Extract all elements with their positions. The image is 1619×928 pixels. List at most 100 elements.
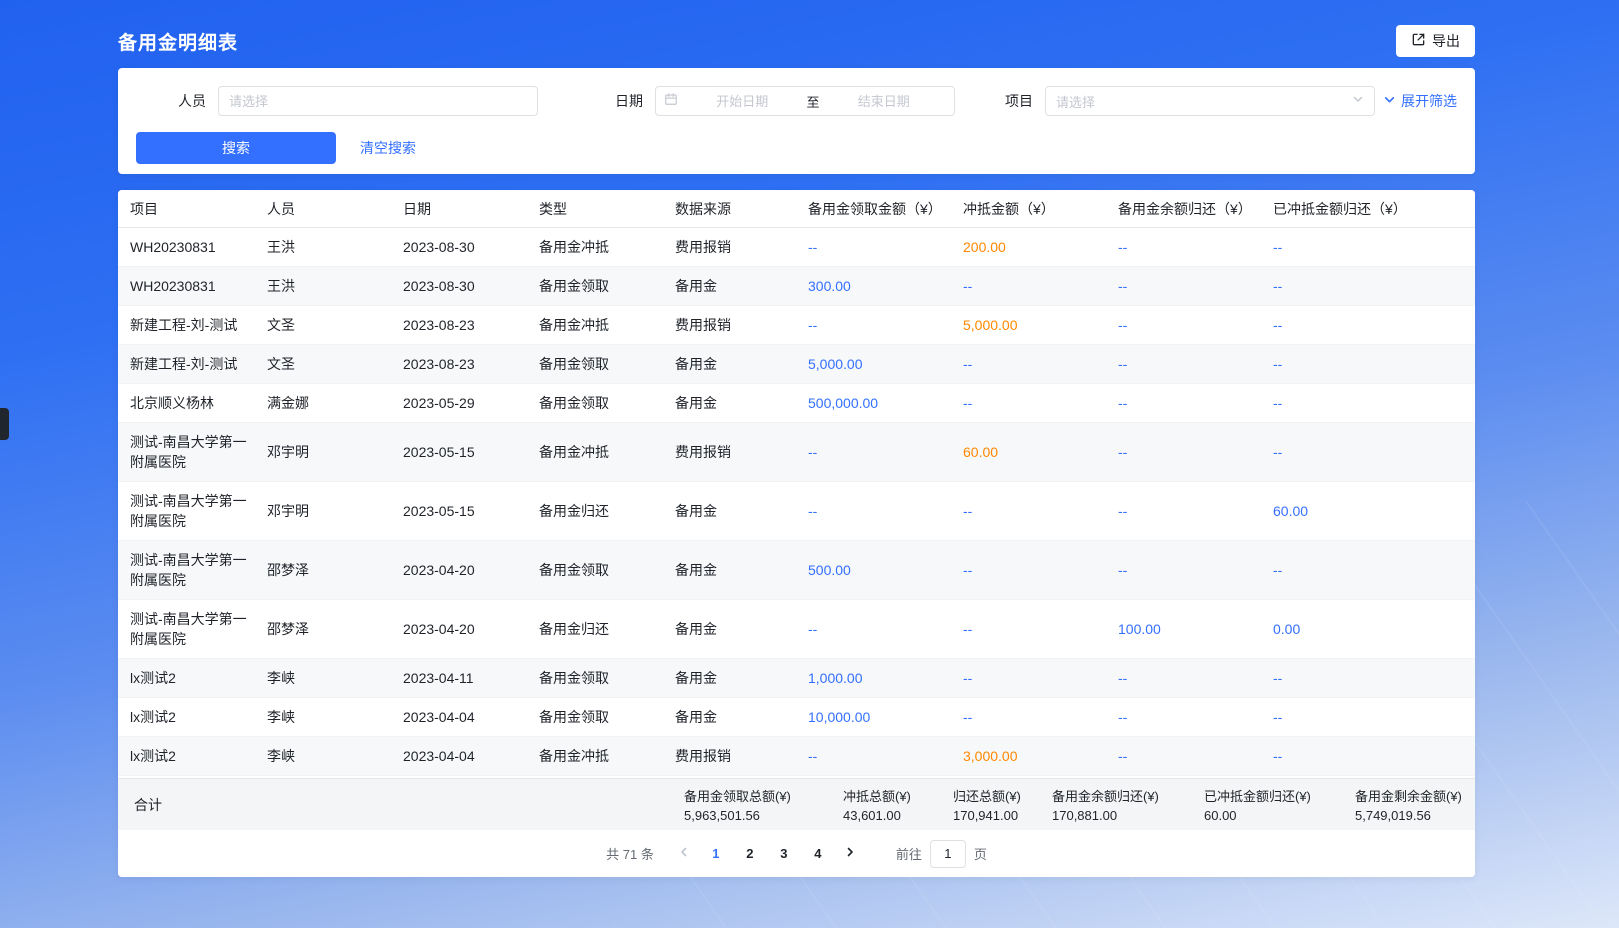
table-row[interactable]: lx测试2李峡2023-04-04备用金领取备用金10,000.00------ — [118, 698, 1475, 737]
table-row[interactable]: 测试-南昌大学第一附属医院邓宇明2023-05-15备用金冲抵费用报销--60.… — [118, 423, 1475, 482]
table-row[interactable]: 新建工程-刘-测试文圣2023-08-23备用金冲抵费用报销--5,000.00… — [118, 306, 1475, 345]
goto-label: 前往 — [896, 844, 922, 863]
chevron-right-icon — [844, 846, 856, 861]
goto-page-input[interactable] — [930, 840, 966, 868]
cell-date: 2023-04-20 — [391, 551, 527, 589]
export-button[interactable]: 导出 — [1396, 25, 1475, 57]
cell-type: 备用金领取 — [527, 384, 663, 422]
cell-source: 备用金 — [663, 659, 796, 697]
cell-offset_return: -- — [1261, 551, 1475, 589]
summary-item-label: 备用金领取总额(¥) — [684, 786, 843, 805]
table-row[interactable]: lx测试2李峡2023-04-11备用金领取备用金1,000.00------ — [118, 659, 1475, 698]
cell-project: 新建工程-刘-测试 — [118, 306, 255, 344]
cell-offset_return: -- — [1261, 345, 1475, 383]
column-header-offset-return: 已冲抵金额归还（¥） — [1261, 199, 1475, 219]
next-page-button[interactable] — [836, 840, 864, 868]
prev-page-button[interactable] — [670, 840, 698, 868]
cell-source: 备用金 — [663, 492, 796, 530]
cell-received: -- — [796, 610, 951, 648]
page-button-1[interactable]: 1 — [702, 840, 730, 868]
column-header-offset-amount: 冲抵金额（¥） — [951, 199, 1106, 219]
cell-offset: -- — [951, 384, 1106, 422]
cell-balance_return: -- — [1106, 433, 1261, 471]
page-button-3[interactable]: 3 — [770, 840, 798, 868]
cell-received: 500,000.00 — [796, 384, 951, 422]
person-select-input[interactable] — [218, 86, 538, 116]
cell-balance_return: -- — [1106, 345, 1261, 383]
page-button-2[interactable]: 2 — [736, 840, 764, 868]
cell-date: 2023-08-23 — [391, 306, 527, 344]
cell-source: 备用金 — [663, 551, 796, 589]
cell-person: 邓宇明 — [255, 492, 391, 530]
side-drawer-handle[interactable] — [0, 408, 9, 440]
table-body[interactable]: WH20230831王洪2023-08-30备用金冲抵费用报销--200.00-… — [118, 228, 1475, 778]
cell-date: 2023-04-20 — [391, 610, 527, 648]
cell-balance_return: -- — [1106, 267, 1261, 305]
cell-offset: 200.00 — [951, 228, 1106, 266]
export-icon — [1411, 32, 1426, 50]
summary-item: 已冲抵金额归还(¥)60.00 — [1204, 786, 1355, 823]
summary-item-value: 60.00 — [1204, 808, 1355, 823]
clear-search-link[interactable]: 清空搜索 — [360, 138, 416, 158]
cell-type: 备用金领取 — [527, 267, 663, 305]
chevron-down-icon — [1352, 92, 1364, 110]
cell-received: -- — [796, 737, 951, 775]
cell-person: 文圣 — [255, 306, 391, 344]
cell-offset: 3,000.00 — [951, 737, 1106, 775]
cell-balance_return: -- — [1106, 492, 1261, 530]
cell-project: 测试-南昌大学第一附属医院 — [118, 423, 255, 481]
page-button-4[interactable]: 4 — [804, 840, 832, 868]
summary-item-value: 43,601.00 — [843, 808, 953, 823]
cell-type: 备用金领取 — [527, 659, 663, 697]
search-button[interactable]: 搜索 — [136, 132, 336, 164]
project-label: 项目 — [1005, 91, 1033, 111]
table-row[interactable]: lx测试2李峡2023-04-04备用金冲抵费用报销--3,000.00---- — [118, 737, 1475, 776]
summary-item: 备用金余额归还(¥)170,881.00 — [1052, 786, 1204, 823]
cell-offset_return: -- — [1261, 228, 1475, 266]
export-label: 导出 — [1432, 31, 1460, 51]
cell-offset_return: -- — [1261, 306, 1475, 344]
table-row[interactable]: 测试-南昌大学第一附属医院邵梦泽2023-04-20备用金归还备用金----10… — [118, 600, 1475, 659]
cell-type: 备用金归还 — [527, 610, 663, 648]
cell-project: 测试-南昌大学第一附属医院 — [118, 482, 255, 540]
cell-date: 2023-04-04 — [391, 698, 527, 736]
cell-balance_return: 100.00 — [1106, 610, 1261, 648]
end-date-input[interactable] — [822, 93, 947, 110]
column-header-date: 日期 — [391, 199, 527, 219]
cell-offset_return: -- — [1261, 659, 1475, 697]
cell-project: lx测试2 — [118, 737, 255, 775]
chevron-down-icon — [1383, 93, 1396, 109]
filter-actions: 搜索 清空搜索 — [136, 132, 1457, 164]
date-range-picker[interactable]: 至 — [655, 86, 955, 116]
cell-received: 5,000.00 — [796, 345, 951, 383]
expand-filters-link[interactable]: 展开筛选 — [1383, 91, 1457, 111]
goto-page-unit: 页 — [974, 844, 987, 863]
cell-offset_return: -- — [1261, 384, 1475, 422]
cell-source: 备用金 — [663, 698, 796, 736]
summary-item: 冲抵总额(¥)43,601.00 — [843, 786, 953, 823]
cell-source: 费用报销 — [663, 433, 796, 471]
cell-offset: 5,000.00 — [951, 306, 1106, 344]
table-row[interactable]: 测试-南昌大学第一附属医院邓宇明2023-05-15备用金归还备用金------… — [118, 482, 1475, 541]
table-row[interactable]: WH20230831王洪2023-08-30备用金冲抵费用报销--200.00-… — [118, 228, 1475, 267]
cell-person: 邓宇明 — [255, 433, 391, 471]
cell-person: 邵梦泽 — [255, 551, 391, 589]
project-select[interactable]: 请选择 — [1045, 86, 1375, 116]
cell-person: 李峡 — [255, 737, 391, 775]
table-row[interactable]: WH20230831王洪2023-08-30备用金领取备用金300.00----… — [118, 267, 1475, 306]
project-select-placeholder: 请选择 — [1056, 92, 1095, 111]
cell-source: 备用金 — [663, 345, 796, 383]
column-header-project: 项目 — [118, 199, 255, 219]
cell-received: 1,000.00 — [796, 659, 951, 697]
column-header-type: 类型 — [527, 199, 663, 219]
cell-received: -- — [796, 306, 951, 344]
cell-project: 测试-南昌大学第一附属医院 — [118, 541, 255, 599]
cell-received: 500.00 — [796, 551, 951, 589]
pagination-total-count: 共 71 条 — [606, 844, 654, 863]
table-row[interactable]: 北京顺义杨林满金娜2023-05-29备用金领取备用金500,000.00---… — [118, 384, 1475, 423]
cell-offset: -- — [951, 267, 1106, 305]
cell-offset_return: 0.00 — [1261, 610, 1475, 648]
table-row[interactable]: 新建工程-刘-测试文圣2023-08-23备用金领取备用金5,000.00---… — [118, 345, 1475, 384]
table-row[interactable]: 测试-南昌大学第一附属医院邵梦泽2023-04-20备用金领取备用金500.00… — [118, 541, 1475, 600]
start-date-input[interactable] — [680, 93, 805, 110]
